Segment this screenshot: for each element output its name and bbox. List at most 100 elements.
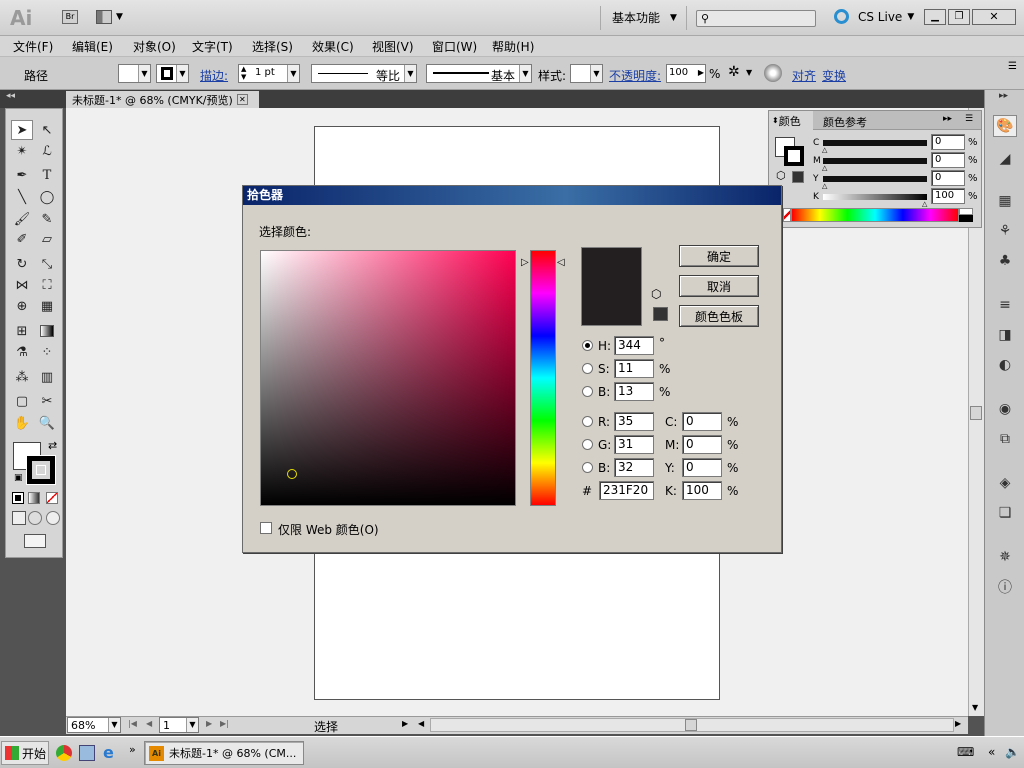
channel-slider-m[interactable]: [823, 158, 927, 164]
navigator-panel-icon[interactable]: ✵: [993, 546, 1017, 568]
mesh-tool[interactable]: ⊞: [11, 321, 33, 341]
saturation-brightness-field[interactable]: [260, 250, 516, 506]
gradient-tool[interactable]: [36, 321, 58, 341]
screen-mode-button[interactable]: [24, 534, 46, 548]
opacity-panel-link[interactable]: 不透明度:: [609, 67, 661, 84]
picker-circle-icon[interactable]: [287, 469, 297, 479]
menu-help[interactable]: 帮助(H): [492, 38, 534, 55]
channel-slider-k[interactable]: [823, 194, 927, 200]
out-of-web-gamut-icon[interactable]: ⬡: [651, 287, 661, 301]
color-spectrum-bar[interactable]: [791, 208, 959, 222]
recolor-artwork-icon[interactable]: [764, 64, 782, 82]
close-button[interactable]: ✕: [972, 9, 1016, 25]
color-panel-icon[interactable]: 🎨: [993, 115, 1017, 137]
next-artboard-icon[interactable]: ▶: [206, 719, 212, 728]
symbol-sprayer-tool[interactable]: ⁂: [11, 367, 33, 387]
green-field[interactable]: 31: [614, 435, 654, 454]
info-panel-icon[interactable]: ⓘ: [993, 576, 1017, 598]
search-input[interactable]: ⚲: [696, 10, 816, 27]
fill-color-dropdown[interactable]: ▼: [118, 64, 151, 83]
status-mode-dropdown[interactable]: 选择 ▶: [236, 717, 416, 734]
volume-icon[interactable]: 🔈: [1005, 745, 1020, 759]
scale-tool[interactable]: ⤡: [36, 254, 58, 274]
magenta-field[interactable]: 0: [682, 435, 722, 454]
tab-color-guide[interactable]: 颜色参考: [823, 114, 867, 130]
eyedropper-tool[interactable]: ⚗: [11, 342, 33, 362]
saturation-radio[interactable]: [582, 363, 593, 374]
hue-radio[interactable]: [582, 340, 593, 351]
cs-live-menu[interactable]: CS Live ▼: [834, 9, 914, 24]
slider-handle-icon[interactable]: △: [922, 200, 927, 208]
stroke-color-dropdown[interactable]: ▼: [156, 64, 189, 83]
cyan-field[interactable]: 0: [682, 412, 722, 431]
menu-object[interactable]: 对象(O): [133, 38, 176, 55]
transparency-panel-icon[interactable]: ◐: [993, 354, 1017, 376]
artboards-panel-icon[interactable]: ❏: [993, 502, 1017, 524]
internet-explorer-icon[interactable]: e: [103, 743, 114, 762]
blend-tool[interactable]: ⁘: [36, 342, 58, 362]
dialog-title[interactable]: 拾色器: [243, 186, 781, 205]
eraser-tool[interactable]: ▱: [36, 229, 58, 249]
scroll-thumb[interactable]: [685, 719, 697, 731]
hand-tool[interactable]: ✋: [11, 413, 33, 433]
channel-field-c[interactable]: 0: [931, 134, 965, 150]
menu-select[interactable]: 选择(S): [252, 38, 293, 55]
stepper-icon[interactable]: ▲ ▼: [241, 65, 246, 81]
slice-tool[interactable]: ✂: [36, 391, 58, 411]
rotate-tool[interactable]: ↻: [11, 254, 33, 274]
variable-width-profile-dropdown[interactable]: 等比 ▼: [311, 64, 417, 83]
column-graph-tool[interactable]: ▥: [36, 367, 58, 387]
stroke-panel-link[interactable]: 描边:: [200, 67, 228, 84]
line-segment-tool[interactable]: ╲: [11, 187, 33, 207]
menu-effect[interactable]: 效果(C): [312, 38, 354, 55]
chevron-down-icon[interactable]: ▼: [746, 68, 752, 77]
color-mode-button[interactable]: [12, 492, 24, 504]
gamut-color-swatch[interactable]: [792, 171, 804, 183]
slider-handle-icon[interactable]: △: [822, 182, 827, 190]
menu-window[interactable]: 窗口(W): [432, 38, 477, 55]
menu-type[interactable]: 文字(T): [192, 38, 233, 55]
quick-launch-icon[interactable]: [79, 745, 95, 761]
ok-button[interactable]: 确定: [679, 245, 759, 267]
swap-fill-stroke-icon[interactable]: ⇄: [48, 439, 57, 452]
draw-behind-button[interactable]: [28, 511, 42, 525]
out-of-gamut-icon[interactable]: ⬡: [776, 169, 786, 182]
scroll-left-icon[interactable]: ◀: [418, 719, 424, 728]
collapse-panel-icon[interactable]: ▸▸: [943, 114, 952, 124]
web-colors-only-label[interactable]: 仅限 Web 颜色(O): [278, 521, 379, 538]
more-icon[interactable]: »: [129, 743, 136, 756]
document-tab[interactable]: 未标题-1* @ 68% (CMYK/预览) ✕: [66, 91, 259, 108]
slider-handle-icon[interactable]: △: [822, 164, 827, 172]
blob-brush-tool[interactable]: ✐: [11, 229, 33, 249]
stroke-swatch[interactable]: [784, 146, 804, 166]
chrome-icon[interactable]: [56, 745, 72, 761]
black-field[interactable]: 100: [682, 481, 722, 500]
hue-marker-right-icon[interactable]: ◁: [557, 257, 565, 268]
web-colors-only-checkbox[interactable]: [260, 522, 272, 534]
brightness-radio[interactable]: [582, 386, 593, 397]
slider-handle-icon[interactable]: △: [822, 146, 827, 154]
width-tool[interactable]: ⋈: [11, 275, 33, 295]
stroke-swatch[interactable]: [26, 455, 56, 485]
menu-file[interactable]: 文件(F): [13, 38, 53, 55]
close-tab-icon[interactable]: ✕: [236, 94, 248, 105]
black-swatch[interactable]: [959, 215, 973, 222]
white-swatch[interactable]: [959, 208, 973, 215]
zoom-tool[interactable]: 🔍: [36, 413, 58, 433]
scroll-thumb[interactable]: [970, 406, 982, 420]
opacity-field[interactable]: 100 ▶: [666, 64, 706, 83]
paintbrush-tool[interactable]: 🖌: [11, 209, 33, 229]
channel-field-m[interactable]: 0: [931, 152, 965, 168]
panel-menu-icon[interactable]: ☰: [965, 114, 973, 124]
previous-artboard-icon[interactable]: ◀: [146, 719, 152, 728]
blue-field[interactable]: 32: [614, 458, 654, 477]
green-radio[interactable]: [582, 439, 593, 450]
default-fill-stroke-icon[interactable]: ▣: [14, 473, 23, 483]
collapse-toolbar-icon[interactable]: ◂◂: [6, 91, 15, 101]
start-button[interactable]: 开始: [1, 741, 49, 765]
appearance-panel-icon[interactable]: ◉: [993, 398, 1017, 420]
hue-slider[interactable]: [530, 250, 556, 506]
draw-normal-button[interactable]: [12, 511, 26, 525]
align-panel-link[interactable]: 对齐: [792, 67, 816, 84]
channel-slider-c[interactable]: [823, 140, 927, 146]
